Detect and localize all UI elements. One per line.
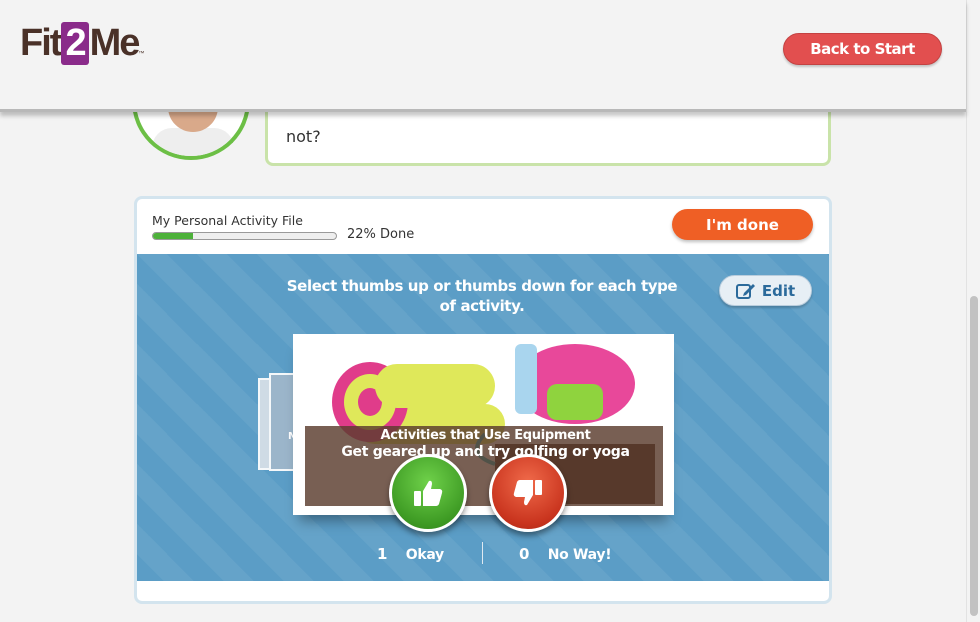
okay-tally: 1 Okay — [377, 545, 444, 563]
thumbs-up-icon — [414, 480, 443, 506]
okay-label: Okay — [405, 547, 444, 563]
im-done-button[interactable]: I'm done — [672, 209, 813, 240]
scrollbar-thumb[interactable] — [970, 296, 978, 616]
thumbs-down-icon — [513, 480, 542, 506]
progress-bar-fill — [153, 233, 194, 239]
activity-title: Activities that Use Equipment — [380, 428, 591, 443]
avatar-shirt — [152, 128, 234, 156]
progress-text: 22% Done — [347, 227, 415, 242]
thumbs-up-button[interactable] — [389, 454, 467, 532]
instruction-text: Select thumbs up or thumbs down for each… — [286, 277, 678, 315]
no-way-count: 0 — [519, 545, 530, 563]
tally-divider — [482, 542, 483, 564]
no-way-label: No Way! — [547, 547, 612, 563]
logo-number: 2 — [61, 22, 89, 65]
logo-suffix: Me — [89, 22, 141, 64]
activity-subtitle: Get geared up and try golfing or yoga — [341, 444, 630, 460]
no-way-tally: 0 No Way! — [519, 545, 612, 563]
okay-count: 1 — [377, 545, 388, 563]
current-activity-card: Activities that Use Equipment Get geared… — [293, 334, 674, 515]
thumbs-down-button[interactable] — [489, 454, 567, 532]
edit-icon — [735, 283, 755, 299]
activity-sorting-panel: Select thumbs up or thumbs down for each… — [137, 254, 829, 581]
logo-prefix: Fit — [20, 22, 62, 64]
page-scrollbar[interactable] — [966, 0, 980, 622]
progress-bar — [152, 232, 337, 240]
speech-bubble-text: not? — [286, 127, 321, 146]
back-to-start-button[interactable]: Back to Start — [783, 33, 942, 65]
app-header: Fit 2 Me™ Back to Start — [0, 0, 966, 112]
activity-file-label: My Personal Activity File — [152, 213, 303, 228]
edit-button-label: Edit — [761, 281, 796, 300]
logo-trademark: ™ — [138, 51, 145, 57]
fit2me-logo[interactable]: Fit 2 Me™ — [20, 22, 144, 65]
activity-file-card: My Personal Activity File 22% Done I'm d… — [134, 196, 832, 604]
edit-button[interactable]: Edit — [719, 275, 812, 306]
